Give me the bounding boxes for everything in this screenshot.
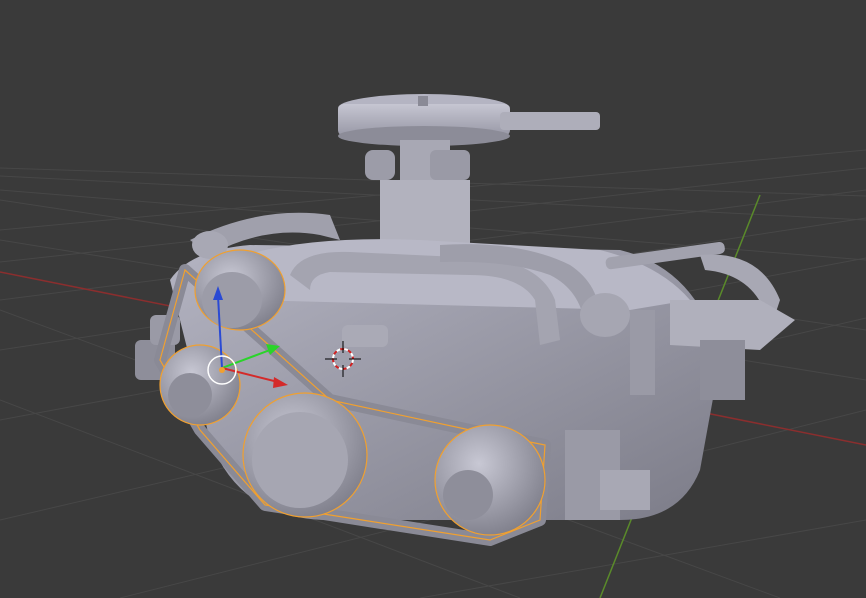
viewport-canvas[interactable] — [0, 0, 866, 598]
object-origin-dot — [219, 367, 225, 373]
3d-viewport[interactable] — [0, 0, 866, 598]
